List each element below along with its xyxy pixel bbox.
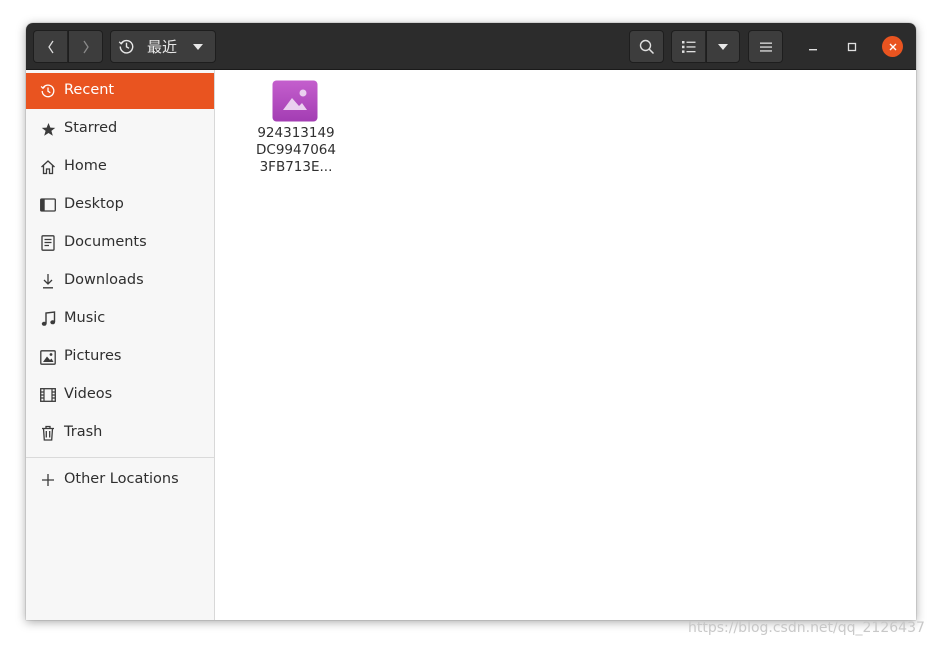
sidebar-item-label: Starred [64,120,118,136]
chevron-right-icon [82,40,89,53]
file-manager-window: 最近 Recent Starred Home Desktop Documents… [26,23,916,620]
sidebar-item-label: Music [64,310,106,326]
file-name-line: 924313149 [257,125,335,141]
hamburger-menu-icon [759,42,772,52]
home-icon [40,159,56,175]
recent-clock-icon [40,83,56,99]
sidebar: Recent Starred Home Desktop Documents Do… [26,70,215,620]
trash-icon [40,425,56,441]
list-view-button[interactable] [671,30,706,63]
desktop-icon [40,197,56,213]
forward-button[interactable] [68,30,103,63]
back-button[interactable] [33,30,68,63]
minimize-icon [809,49,817,51]
view-options [671,30,740,63]
sidebar-item-label: Trash [64,424,103,440]
sidebar-item-label: Videos [64,386,113,402]
sidebar-item-music[interactable]: Music [26,301,214,337]
sidebar-item-label: Desktop [64,196,124,212]
search-button[interactable] [629,30,664,63]
location-label: 最近 [147,38,178,56]
download-icon [40,273,56,289]
file-view: 924313149 DC9947064 3FB713E... [216,70,916,620]
sidebar-item-starred[interactable]: Starred [26,111,214,147]
star-icon [40,121,56,137]
maximize-button[interactable] [841,36,863,58]
sidebar-item-videos[interactable]: Videos [26,377,214,413]
maximize-icon [847,42,857,52]
sidebar-item-label: Documents [64,234,147,250]
plus-icon [40,472,56,488]
list-view-icon [681,40,695,53]
file-name-line: DC9947064 [256,142,336,158]
film-icon [40,387,56,403]
file-name: 924313149 DC9947064 3FB713E... [246,125,346,176]
sidebar-item-other-locations[interactable]: Other Locations [26,462,214,498]
recent-clock-icon [118,39,134,54]
headerbar: 最近 [26,23,916,70]
search-icon [639,39,654,54]
sidebar-item-label: Downloads [64,272,144,288]
sidebar-item-home[interactable]: Home [26,149,214,185]
triangle-down-icon [193,43,204,50]
image-file-icon [272,80,318,122]
sidebar-item-trash[interactable]: Trash [26,415,214,451]
chevron-left-icon [47,40,54,53]
sidebar-item-documents[interactable]: Documents [26,225,214,261]
triangle-down-icon [718,43,728,50]
music-note-icon [40,311,56,327]
watermark: https://blog.csdn.net/qq_2126437 [688,620,925,636]
file-name-line: 3FB713E... [259,159,333,175]
sidebar-separator [26,457,214,458]
picture-icon [40,349,56,365]
navigation-buttons [33,30,103,63]
sidebar-item-downloads[interactable]: Downloads [26,263,214,299]
file-item[interactable]: 924313149 DC9947064 3FB713E... [246,80,346,180]
close-icon [889,43,896,50]
sidebar-item-label: Home [64,158,107,174]
sidebar-item-recent[interactable]: Recent [26,73,214,109]
document-icon [40,235,56,251]
menu-button[interactable] [748,30,783,63]
close-button[interactable] [882,36,903,57]
sidebar-item-label: Other Locations [64,471,179,487]
sidebar-item-pictures[interactable]: Pictures [26,339,214,375]
minimize-button[interactable] [802,36,824,58]
sidebar-item-label: Pictures [64,348,122,364]
view-dropdown-button[interactable] [706,30,740,63]
location-button[interactable]: 最近 [110,30,216,63]
sidebar-item-label: Recent [64,82,115,98]
sidebar-item-desktop[interactable]: Desktop [26,187,214,223]
